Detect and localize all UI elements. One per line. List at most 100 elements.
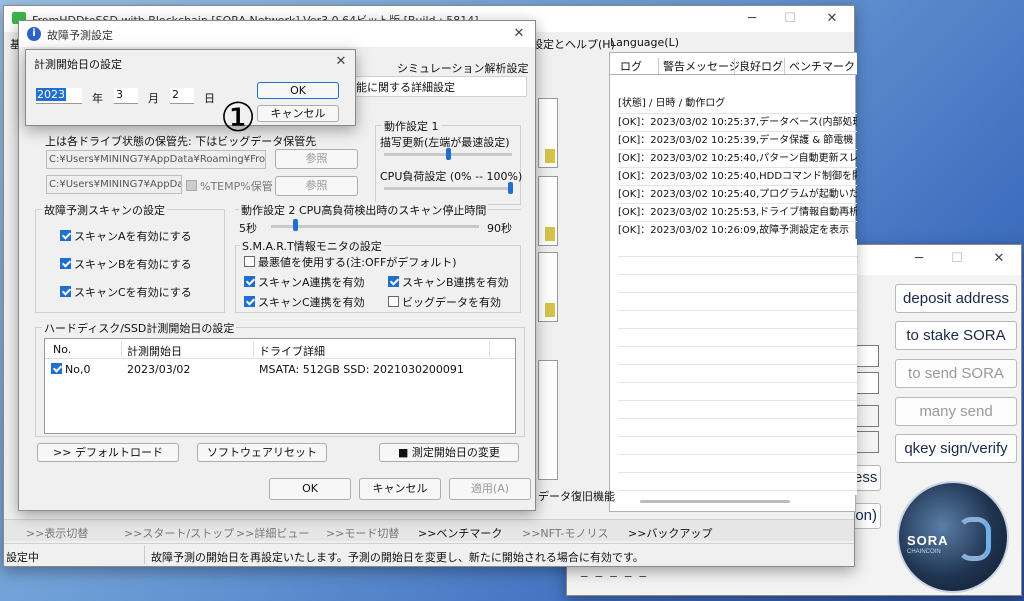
scan-a-label: スキャンAを有効にする <box>74 230 192 243</box>
close-icon[interactable]: ✕ <box>810 5 854 33</box>
smart-a-checkbox[interactable]: スキャンA連携を有効 <box>244 274 365 290</box>
draw-update-label: 描写更新(左端が最速設定) <box>380 136 510 149</box>
tab-good-log[interactable]: 良好ログ <box>734 58 783 74</box>
header-no: No. <box>53 343 72 356</box>
nav-display-toggle[interactable]: >>表示切替 <box>26 525 88 541</box>
path-field-1[interactable]: C:¥Users¥MINING7¥AppData¥Roaming¥From <box>46 150 266 169</box>
fault-dialog-title: 故障予測設定 <box>47 29 113 42</box>
log-row: [OK]：2023/03/02 10:25:40,パターン自動更新スレ <box>618 149 857 167</box>
status-left: 設定中 <box>6 551 39 564</box>
op2-title: 動作設定 2 CPU高負荷検出時のスキャン停止時間 <box>239 202 489 218</box>
send-sora-button[interactable]: to send SORA <box>895 359 1017 388</box>
start-date-ok-button[interactable]: OK <box>257 82 339 99</box>
maximize-icon[interactable]: ☐ <box>768 5 812 33</box>
log-header: [状態] / 日時 / 動作ログ <box>618 98 726 109</box>
op2-max: 90秒 <box>487 222 512 235</box>
scan-b-checkbox[interactable]: スキャンBを有効にする <box>60 256 192 272</box>
tab-simulation[interactable]: シミュレーション解析設定 <box>397 60 529 76</box>
nav-benchmark[interactable]: >>ベンチマーク <box>418 525 502 541</box>
close-icon[interactable]: ✕ <box>501 20 537 48</box>
deposit-address-button[interactable]: deposit address <box>895 284 1017 313</box>
menu-language[interactable]: Language(L) <box>610 36 679 49</box>
drive-panel-1 <box>538 98 558 168</box>
scan-group-title: 故障予測スキャンの設定 <box>42 202 167 218</box>
scan-c-checkbox[interactable]: スキャンCを有効にする <box>60 284 192 300</box>
log-row: [OK]：2023/03/02 10:26:09,故障予測設定を表示 <box>618 221 857 239</box>
table-header: No. 計測開始日 ドライブ詳細 <box>45 339 515 359</box>
scan-c-label: スキャンCを有効にする <box>74 286 192 299</box>
partial-action-button[interactable]: on) <box>853 503 881 529</box>
year-unit: 年 <box>92 92 103 105</box>
year-input[interactable]: 2023 <box>36 88 82 104</box>
step-annotation: ① <box>220 95 256 141</box>
log-list: [状態] / 日時 / 動作ログ [OK]：2023/03/02 10:25:3… <box>618 95 857 495</box>
hdd-group-title: ハードディスク/SSD計測開始日の設定 <box>42 320 237 336</box>
nav-nft-monolith[interactable]: >>NFT-モノリス <box>522 525 608 541</box>
cpu-load-label: CPU負荷設定 (0% -- 100%) <box>380 170 523 183</box>
browse-button-1[interactable]: 参照 <box>275 149 358 169</box>
drive-panel-3 <box>538 252 558 322</box>
qkey-sign-verify-button[interactable]: qkey sign/verify <box>895 434 1017 463</box>
wallet-field-1[interactable] <box>855 345 879 367</box>
op1-group: 動作設定 1 描写更新(左端が最速設定) CPU負荷設定 (0% -- 100%… <box>375 118 523 205</box>
smart-b-checkbox[interactable]: スキャンB連携を有効 <box>388 274 509 290</box>
data-recovery-label: データ復旧機能 <box>538 490 615 503</box>
check-icon <box>60 286 71 297</box>
nav-detail-view[interactable]: >>詳細ビュー <box>236 525 309 541</box>
draw-update-thumb[interactable] <box>446 148 451 160</box>
apply-button[interactable]: 適用(A) <box>449 478 531 500</box>
temp-checkbox[interactable]: %TEMP%保管 <box>186 178 273 194</box>
cancel-button[interactable]: キャンセル <box>359 478 441 500</box>
default-load-button[interactable]: >> デフォルトロード <box>37 443 179 462</box>
menu-help[interactable]: 設定とヘルプ(H) <box>532 36 615 52</box>
log-empty-rows <box>618 239 857 495</box>
tab-benchmark[interactable]: ベンチマーク <box>784 58 855 74</box>
month-value: 3 <box>116 88 123 101</box>
maximize-icon[interactable]: ☐ <box>935 245 979 273</box>
smart-bigdata-checkbox[interactable]: ビッグデータを有効 <box>388 294 501 310</box>
fault-dialog-titlebar: i 故障予測設定 ✕ <box>19 21 535 47</box>
table-row[interactable]: No,0 2023/03/02 MSATA: 512GB SSD: 202103… <box>45 361 515 379</box>
cpu-load-slider[interactable] <box>384 187 512 190</box>
scan-a-checkbox[interactable]: スキャンAを有効にする <box>60 228 192 244</box>
stake-sora-button[interactable]: to stake SORA <box>895 321 1017 350</box>
drive-panel-4 <box>538 360 558 480</box>
month-input[interactable]: 3 <box>114 88 138 104</box>
scan-stop-thumb[interactable] <box>293 219 298 231</box>
log-row: [OK]：2023/03/02 10:25:40,プログラムが起動いた <box>618 185 857 203</box>
many-send-sora-button[interactable]: many send SORA <box>895 397 1017 448</box>
start-date-cancel-button[interactable]: キャンセル <box>257 105 339 122</box>
header-start-date: 計測開始日 <box>127 345 182 358</box>
wallet-field-2[interactable] <box>855 372 879 394</box>
close-icon[interactable]: ✕ <box>977 245 1021 273</box>
change-start-date-button[interactable]: ■ 測定開始日の変更 <box>379 443 519 462</box>
path-field-2[interactable]: C:¥Users¥MINING7¥AppDa <box>46 175 182 194</box>
check-icon[interactable] <box>51 363 62 374</box>
tab-log[interactable]: ログ <box>620 58 642 74</box>
wallet-field-4[interactable] <box>855 431 879 453</box>
smart-c-checkbox[interactable]: スキャンC連携を有効 <box>244 294 365 310</box>
tab-detail[interactable]: 能に関する詳細設定 <box>355 76 527 96</box>
nav-start-stop[interactable]: >>スタート/ストップ <box>124 525 234 541</box>
nav-mode-toggle[interactable]: >>モード切替 <box>326 525 399 541</box>
cpu-load-thumb[interactable] <box>508 182 513 194</box>
scan-stop-slider[interactable] <box>271 225 479 228</box>
software-reset-button[interactable]: ソフトウェアリセット <box>197 443 327 462</box>
logo-text-bottom: CHAINCOIN <box>907 549 941 555</box>
storage-label: 上は各ドライブ状態の保管先: 下はビッグデータ保管先 <box>45 135 317 148</box>
close-icon[interactable]: ✕ <box>326 48 356 76</box>
checkbox-empty-icon <box>388 296 399 307</box>
temp-checkbox-box <box>186 180 197 191</box>
ok-button[interactable]: OK <box>269 478 351 500</box>
day-input[interactable]: 2 <box>170 88 194 104</box>
log-scrollbar[interactable] <box>640 500 790 503</box>
status-bar: 設定中 故障予測の開始日を再設定いたします。予測の開始日を変更し、新たに開始され… <box>4 543 854 566</box>
hdd-group: ハードディスク/SSD計測開始日の設定 No. 計測開始日 ドライブ詳細 No,… <box>35 320 525 437</box>
smart-worst-checkbox[interactable]: 最悪値を使用する(注:OFFがデフォルト) <box>244 254 457 270</box>
wallet-field-3[interactable] <box>855 405 879 427</box>
tab-warning[interactable]: 警告メッセージ <box>658 58 740 74</box>
nav-backup[interactable]: >>バックアップ <box>628 525 712 541</box>
partial-address-button[interactable]: ess <box>853 465 881 491</box>
browse-button-2[interactable]: 参照 <box>275 176 358 196</box>
log-tabbar: ログ 警告メッセージ 良好ログ ベンチマーク <box>610 53 857 75</box>
